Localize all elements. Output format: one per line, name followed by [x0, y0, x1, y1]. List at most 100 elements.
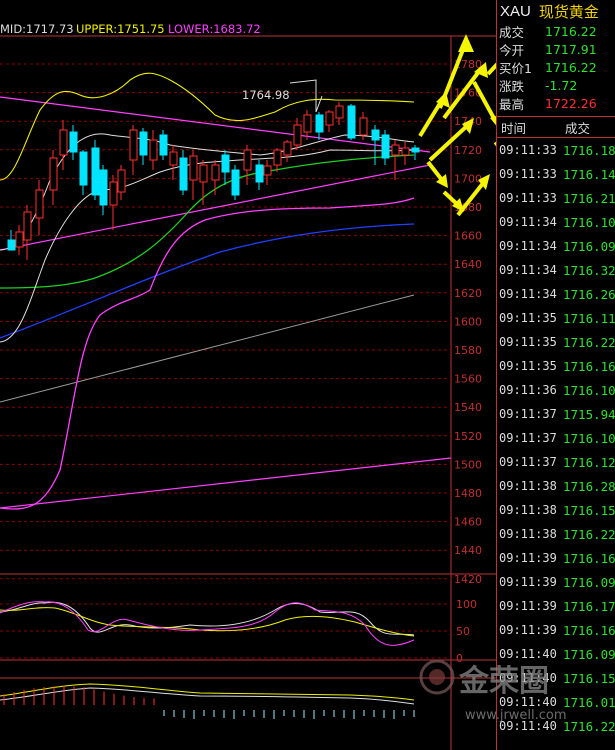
price-axis-label: 1600: [454, 315, 482, 328]
symbol-name: 现货黄金: [538, 2, 599, 21]
tick-price: 1716.15: [563, 502, 615, 518]
tick-row: 09:11:37 1716.12: [497, 450, 615, 474]
tick-price: 1716.10: [563, 382, 615, 398]
tick-time: 09:11:34: [499, 215, 557, 229]
tick-row: 09:11:39 1716.16: [497, 618, 615, 642]
candle-body: [169, 151, 178, 166]
candle-body: [263, 165, 272, 176]
candle-body: [99, 169, 108, 206]
candle-body: [255, 164, 264, 183]
price-axis-label: 1440: [454, 544, 482, 557]
price-axis-label: 1420: [454, 573, 482, 586]
quote-row-value: 1722.26: [545, 95, 597, 111]
quote-row-label: 成交: [499, 24, 525, 40]
lower-label: LOWER:1683.72: [168, 22, 261, 36]
candle-body: [35, 189, 44, 219]
oscillator-axis-label: 50: [456, 625, 470, 638]
candle-body: [109, 181, 118, 206]
watermark-url: www.jrwell.com: [465, 708, 567, 723]
candle-body: [59, 129, 68, 156]
tick-price: 1716.11: [563, 310, 615, 326]
tick-time: 09:11:38: [499, 503, 557, 517]
tick-price: 1716.14: [563, 166, 615, 182]
price-axis-label: 1540: [454, 401, 482, 414]
candle-body: [401, 147, 410, 156]
quote-row: 今开 1717.91: [497, 40, 615, 58]
tick-price: 1716.21: [563, 190, 615, 206]
tick-price: 1715.94: [563, 406, 615, 422]
tick-list[interactable]: 09:11:33 1716.18 09:11:33 1716.14 09:11:33 17…: [497, 138, 615, 738]
tick-price: 1716.22: [563, 334, 615, 350]
price-axis-label: 1720: [454, 144, 482, 157]
tick-price: 1716.09: [563, 574, 615, 590]
tick-row: 09:11:34 1716.26: [497, 282, 615, 306]
candle-body: [335, 105, 344, 119]
tick-price: 1716.18: [563, 142, 615, 158]
candle-body: [381, 134, 390, 159]
ma-magenta-line: [0, 197, 415, 510]
candle-body: [199, 164, 208, 183]
tick-time: 09:11:37: [499, 431, 557, 445]
candle-body: [79, 151, 88, 186]
quote-row: 成交 1716.22: [497, 22, 615, 40]
candle-body: [411, 147, 420, 153]
price-chart[interactable]: MID:1717.73 UPPER:1751.75 LOWER:1683.72 …: [0, 0, 496, 750]
tick-time: 09:11:35: [499, 359, 557, 373]
tick-row: 09:11:34 1716.32: [497, 258, 615, 282]
tick-row: 09:11:38 1716.28: [497, 474, 615, 498]
candle-body: [303, 114, 312, 133]
symbol-code: XAU: [500, 2, 531, 20]
price-axis-label: 1620: [454, 287, 482, 300]
mid-label: MID:1717.73: [0, 22, 74, 36]
candle-body: [179, 157, 188, 191]
quote-row-label: 最高: [499, 96, 525, 112]
tick-price: 1716.16: [563, 550, 615, 566]
price-axis-label: 1640: [454, 258, 482, 271]
candle-body: [243, 149, 252, 171]
ma-grey-line: [0, 294, 415, 403]
tick-time: 09:11:33: [499, 167, 557, 181]
tick-time: 09:11:36: [499, 383, 557, 397]
candle-body: [221, 154, 230, 173]
watermark-brand: 金荣圈: [458, 664, 549, 699]
candle-body: [211, 164, 220, 181]
candle-body: [315, 114, 324, 133]
tick-time: 09:11:34: [499, 239, 557, 253]
tick-row: 09:11:35 1716.22: [497, 330, 615, 354]
tick-row: 09:11:33 1716.21: [497, 186, 615, 210]
price-axis-label: 1460: [454, 516, 482, 529]
candle-body: [15, 231, 24, 248]
tick-row: 09:11:39 1716.16: [497, 546, 615, 570]
tick-time: 09:11:39: [499, 623, 557, 637]
tick-row: 09:11:35 1716.16: [497, 354, 615, 378]
quote-sidebar: XAU 现货黄金 成交 1716.22 今开 1717.91 买价1 1716.22 涨跌 -…: [496, 0, 615, 750]
price-axis: 1780176017401720170016801660164016201600…: [454, 58, 482, 586]
tick-row: 09:11:35 1716.11: [497, 306, 615, 330]
candle-body: [129, 129, 138, 161]
candle-body: [117, 169, 126, 193]
tick-price: 1716.12: [563, 454, 615, 470]
tick-price: 1716.17: [563, 598, 615, 614]
tick-row: 09:11:38 1716.22: [497, 522, 615, 546]
quote-summary: 成交 1716.22 今开 1717.91 买价1 1716.22 涨跌 -1.72 最高 172…: [497, 22, 615, 112]
price-axis-label: 1500: [454, 458, 482, 471]
tick-price: 1716.16: [563, 622, 615, 638]
tick-time: 09:11:37: [499, 455, 557, 469]
tick-row: 09:11:33 1716.14: [497, 162, 615, 186]
quote-row-value: -1.72: [545, 77, 578, 93]
tick-price: 1716.16: [563, 358, 615, 374]
tick-price: 1716.26: [563, 286, 615, 302]
quote-row-value: 1717.91: [545, 41, 597, 57]
ticks-header-time: 时间: [501, 120, 527, 136]
tick-price: 1716.32: [563, 262, 615, 278]
candle-body: [149, 139, 158, 161]
candle-body: [91, 147, 100, 196]
candle-body: [7, 239, 16, 251]
tick-row: 09:11:39 1716.17: [497, 594, 615, 618]
tick-price: 1716.22: [563, 526, 615, 542]
candle-body: [231, 169, 240, 196]
tick-time: 09:11:39: [499, 599, 557, 613]
candle-body: [359, 117, 368, 136]
tick-time: 09:11:37: [499, 407, 557, 421]
tick-row: 09:11:39 1716.09: [497, 570, 615, 594]
